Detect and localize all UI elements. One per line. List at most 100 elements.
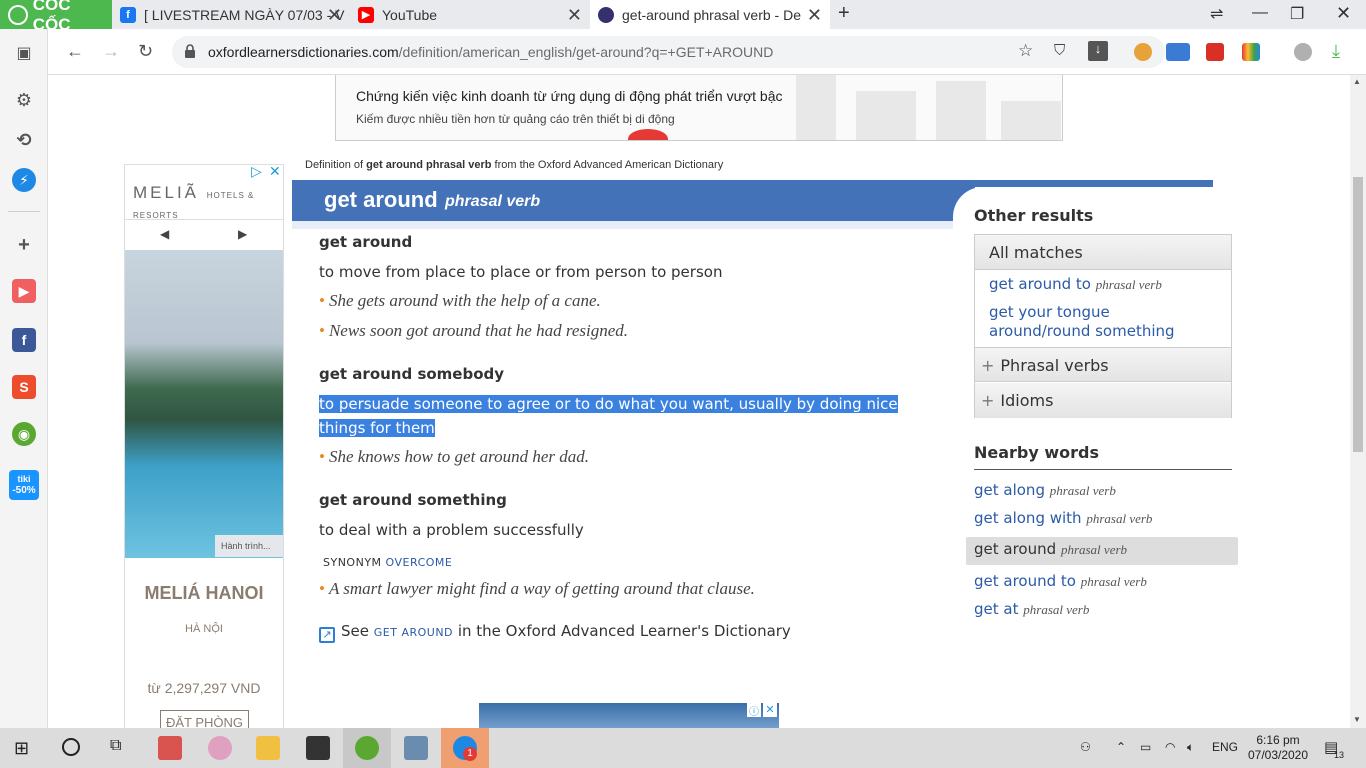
- ad-building-graphic: [796, 75, 836, 140]
- synonym-link[interactable]: OVERCOME: [386, 556, 453, 569]
- windows-start-icon[interactable]: ⊞: [14, 738, 29, 759]
- address-bar[interactable]: oxfordlearnersdictionaries.com/definitio…: [172, 36, 1165, 68]
- sidebar-toggle-icon[interactable]: ▣: [12, 41, 36, 65]
- match-get-your-tongue[interactable]: get your tongue around/round something: [989, 303, 1175, 341]
- extension-chrome-icon[interactable]: [1134, 43, 1152, 61]
- shopee-icon[interactable]: S: [12, 375, 36, 399]
- book-now-button[interactable]: ĐẶT PHÒNG: [160, 710, 249, 728]
- download-manager-icon[interactable]: ⤓: [1332, 41, 1340, 62]
- wifi-icon[interactable]: ◠: [1165, 740, 1175, 754]
- nearby-item[interactable]: get around to phrasal verb: [974, 572, 1147, 590]
- new-tab-button[interactable]: +: [838, 2, 850, 25]
- app-icon-2[interactable]: [208, 736, 232, 760]
- input-language[interactable]: ENG: [1212, 740, 1238, 754]
- coccoc-map-icon[interactable]: ◉: [12, 422, 36, 446]
- close-window-button[interactable]: ✕: [1336, 3, 1351, 24]
- tray-chevron-icon[interactable]: ⌃: [1116, 740, 1126, 754]
- system-clock[interactable]: 6:16 pm 07/03/2020: [1246, 733, 1310, 763]
- hotel-pool-photo: Hành trình...: [125, 250, 283, 558]
- idioms-section[interactable]: + Idioms: [975, 383, 1231, 418]
- battery-icon[interactable]: ▭: [1140, 740, 1151, 754]
- adchoices-icon[interactable]: ▷: [251, 163, 262, 180]
- extension-red-icon[interactable]: [1206, 43, 1224, 61]
- facebook-icon[interactable]: f: [12, 328, 36, 352]
- example-sentence: • She gets around with the help of a cane…: [319, 291, 601, 310]
- external-link-icon: ↗: [319, 627, 335, 643]
- all-matches-header[interactable]: All matches: [975, 235, 1231, 270]
- extension-new-icon[interactable]: [1166, 43, 1190, 61]
- close-tab-icon[interactable]: ✕: [807, 5, 822, 26]
- task-view-icon[interactable]: ⧉: [110, 737, 121, 755]
- carousel-prev-icon[interactable]: ◀: [160, 227, 169, 241]
- expand-plus-icon: +: [981, 391, 995, 410]
- sidebar-divider: [8, 211, 40, 212]
- hotel-city: HÀ NỘI: [185, 623, 223, 635]
- bottom-banner-ad[interactable]: ⓘ ✕: [479, 703, 779, 728]
- tab-oxford-active[interactable]: get-around phrasal verb - De ✕: [590, 0, 830, 29]
- app-icon-3[interactable]: [306, 736, 330, 760]
- close-tab-icon[interactable]: ✕: [567, 5, 582, 26]
- coccoc-logo[interactable]: CỐC CỐC: [0, 0, 112, 34]
- scroll-down-icon[interactable]: ▼: [1353, 715, 1361, 724]
- example-sentence: • She knows how to get around her dad.: [319, 447, 589, 466]
- headword-bar: get around phrasal verb: [292, 180, 953, 221]
- top-banner-ad[interactable]: Chứng kiến việc kinh doanh từ ứng dụng d…: [335, 75, 1063, 141]
- ad-brand-logo: MELIÃ HOTELS & RESORTS: [133, 183, 255, 220]
- add-icon[interactable]: +: [12, 233, 36, 257]
- page-scrollbar[interactable]: ▲ ▼: [1350, 75, 1366, 728]
- bookmark-star-icon[interactable]: ☆: [1018, 41, 1033, 61]
- maximize-button[interactable]: ❐: [1290, 4, 1304, 24]
- sense-heading: get around something: [319, 491, 507, 509]
- sense-definition-selected: to persuade someone to agree or to do wh…: [319, 395, 898, 437]
- nearby-item[interactable]: get along with phrasal verb: [974, 509, 1152, 527]
- close-tab-icon[interactable]: ✕: [327, 5, 342, 26]
- nearby-item[interactable]: get along phrasal verb: [974, 481, 1116, 499]
- carousel-next-icon[interactable]: ▶: [238, 227, 247, 241]
- ad-close-icon[interactable]: ✕: [269, 163, 281, 180]
- search-icon[interactable]: [62, 738, 80, 756]
- nearby-item-current[interactable]: get around phrasal verb: [974, 540, 1127, 558]
- tab-facebook-livestream[interactable]: f [ LIVESTREAM NGÀY 07/03 - V ✕: [112, 0, 350, 29]
- profile-avatar[interactable]: [1294, 43, 1312, 61]
- sense-definition: to move from place to place or from pers…: [319, 263, 723, 281]
- minimize-button[interactable]: —: [1252, 4, 1268, 22]
- back-button[interactable]: ←: [66, 41, 84, 62]
- messenger-icon[interactable]: ⚡: [12, 168, 36, 192]
- app-icon-1[interactable]: [158, 736, 182, 760]
- ad-close-icon[interactable]: ✕: [763, 703, 777, 717]
- settings-gear-icon[interactable]: ⚙: [12, 88, 36, 112]
- page-content: Chứng kiến việc kinh doanh từ ứng dụng d…: [48, 75, 1350, 728]
- download-icon[interactable]: ↓: [1088, 41, 1108, 61]
- tab-title: YouTube: [382, 6, 438, 23]
- nearby-item[interactable]: get at phrasal verb: [974, 600, 1089, 618]
- people-icon[interactable]: ⚇: [1080, 740, 1091, 754]
- file-explorer-icon[interactable]: [256, 736, 280, 760]
- zalo-notification-badge: 1: [463, 747, 477, 761]
- tab-title: get-around phrasal verb - De: [622, 6, 801, 23]
- match-get-around-to[interactable]: get around to phrasal verb: [989, 275, 1162, 293]
- tab-title: [ LIVESTREAM NGÀY 07/03 - V: [144, 6, 345, 23]
- url-text: oxfordlearnersdictionaries.com/definitio…: [208, 44, 774, 60]
- forward-button[interactable]: →: [102, 41, 120, 62]
- hotel-price: từ 2,297,297 VND: [147, 680, 261, 696]
- tab-search-icon[interactable]: ⇌: [1210, 4, 1223, 24]
- phrasal-verbs-section[interactable]: + Phrasal verbs: [975, 347, 1231, 382]
- history-icon[interactable]: ⟲: [12, 128, 36, 152]
- shield-icon[interactable]: ⛉: [1054, 42, 1065, 59]
- tab-youtube[interactable]: ▶ YouTube ✕: [350, 0, 590, 29]
- ad-building-graphic: [936, 81, 986, 140]
- reload-button[interactable]: ↻: [138, 41, 153, 62]
- extension-colorful-icon[interactable]: [1242, 43, 1260, 61]
- scroll-up-icon[interactable]: ▲: [1353, 77, 1361, 86]
- adchoices-icon[interactable]: ⓘ: [747, 703, 761, 718]
- left-hotel-ad[interactable]: ▷ ✕ MELIÃ HOTELS & RESORTS ◀ ▶ Hành trìn…: [124, 163, 284, 728]
- youtube-icon[interactable]: ▶: [12, 279, 36, 303]
- tiki-promo-icon[interactable]: tiki -50%: [9, 470, 39, 500]
- scrollbar-thumb[interactable]: [1353, 177, 1363, 452]
- coccoc-taskbar-icon[interactable]: [355, 736, 379, 760]
- app-icon-4[interactable]: [404, 736, 428, 760]
- volume-icon[interactable]: 🔈︎: [1187, 740, 1194, 755]
- see-oald-link[interactable]: ↗ See GET AROUND in the Oxford Advanced L…: [319, 622, 791, 643]
- sense-heading: get around: [319, 233, 413, 251]
- notification-count: 13: [1334, 750, 1345, 760]
